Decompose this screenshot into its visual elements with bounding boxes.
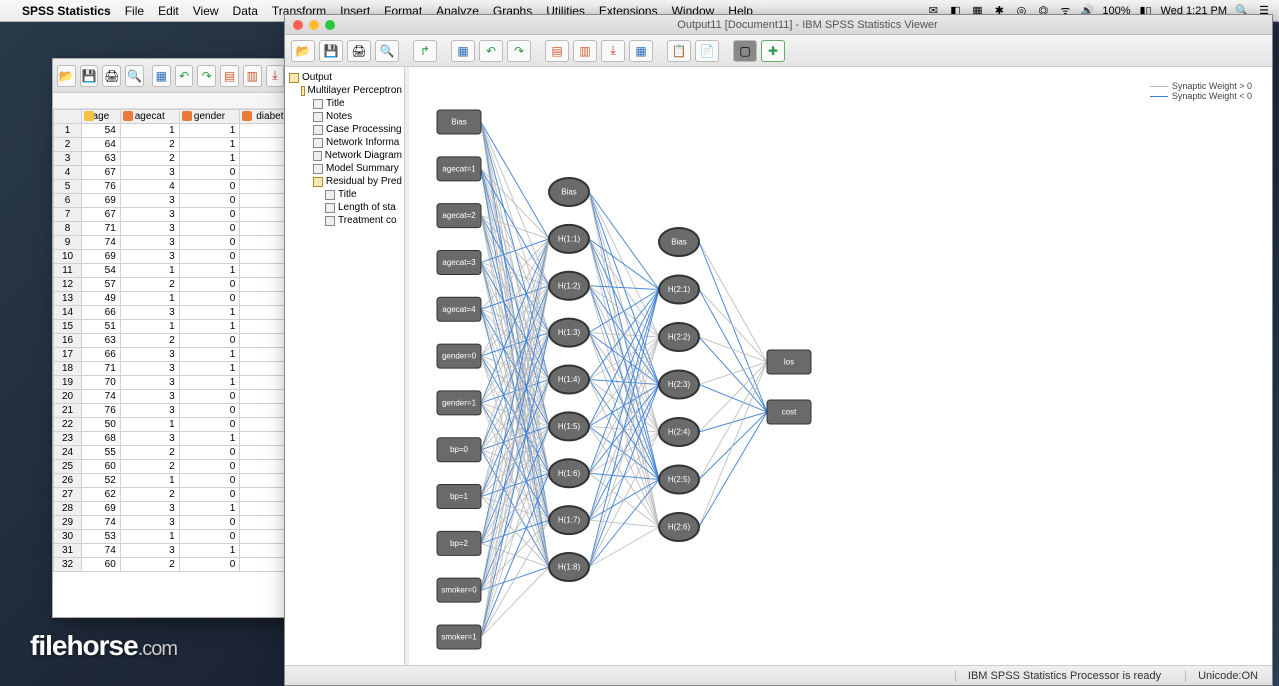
svg-text:gender=0: gender=0 [442,352,477,361]
svg-text:Bias: Bias [671,238,687,247]
dialog-icon[interactable]: ▦ [451,40,475,62]
svg-text:H(2:1): H(2:1) [668,285,691,294]
redo-icon[interactable]: ↷ [197,65,216,87]
network-legend: Synaptic Weight > 0 Synaptic Weight < 0 [1150,81,1252,101]
menu-edit[interactable]: Edit [158,4,179,18]
svg-text:H(1:8): H(1:8) [558,563,581,572]
undo-icon[interactable]: ↶ [479,40,503,62]
svg-text:H(2:3): H(2:3) [668,380,691,389]
tb-icon-7[interactable]: ▢ [733,40,757,62]
redo-icon[interactable]: ↷ [507,40,531,62]
tree-item[interactable]: Model Summary [287,162,402,175]
svg-text:los: los [784,358,794,367]
svg-text:cost: cost [782,408,797,417]
tree-item[interactable]: Notes [287,110,402,123]
tree-item[interactable]: Network Diagram [287,149,402,162]
open-icon[interactable]: 📂 [291,40,315,62]
tree-item[interactable]: Output [287,71,402,84]
svg-text:H(1:6): H(1:6) [558,469,581,478]
tree-item[interactable]: Network Informa [287,136,402,149]
tb-icon-3[interactable]: ⤓ [601,40,625,62]
tb-icon-2[interactable]: ▥ [573,40,597,62]
find-icon[interactable]: ⤓ [266,65,285,87]
svg-text:H(2:2): H(2:2) [668,333,691,342]
tb-icon-8[interactable]: ✚ [761,40,785,62]
svg-text:H(2:6): H(2:6) [668,523,691,532]
tb-icon-6[interactable]: 📄 [695,40,719,62]
tree-item[interactable]: Length of sta [287,201,402,214]
save-icon[interactable]: 💾 [80,65,99,87]
undo-icon[interactable]: ↶ [175,65,194,87]
print-icon[interactable]: 🖨 [347,40,371,62]
output-canvas[interactable]: Synaptic Weight > 0 Synaptic Weight < 0 … [405,67,1272,665]
svg-text:H(2:5): H(2:5) [668,475,691,484]
tb-icon-4[interactable]: ▦ [629,40,653,62]
export-icon[interactable]: ↱ [413,40,437,62]
vars-icon[interactable]: ▥ [243,65,262,87]
svg-text:bp=0: bp=0 [450,445,469,454]
output-titlebar[interactable]: Output11 [Document11] - IBM SPSS Statist… [285,15,1272,35]
close-button[interactable] [293,20,303,30]
output-statusbar: IBM SPSS Statistics Processor is ready U… [285,665,1272,685]
svg-text:gender=1: gender=1 [442,398,477,407]
data-grid[interactable]: ageagecatgenderdiabetes 1541102642103632… [53,109,311,572]
network-diagram: Bias agecat=1 agecat=2 agecat=3 agecat=4 gend… [409,67,1272,665]
output-toolbar: 📂 💾 🖨 🔍 ↱ ▦ ↶ ↷ ▤ ▥ ⤓ ▦ 📋 📄 ▢ ✚ [285,35,1272,67]
tree-item[interactable]: Treatment co [287,214,402,227]
preview-icon[interactable]: 🔍 [375,40,399,62]
status-processor: IBM SPSS Statistics Processor is ready [955,670,1161,682]
menu-file[interactable]: File [125,4,144,18]
open-icon[interactable]: 📂 [57,65,76,87]
goto-icon[interactable]: ▤ [220,65,239,87]
tree-item[interactable]: Residual by Pred [287,175,402,188]
tree-item[interactable]: Title [287,188,402,201]
svg-text:H(1:2): H(1:2) [558,281,581,290]
svg-text:agecat=1: agecat=1 [442,164,476,173]
preview-icon[interactable]: 🔍 [125,65,144,87]
minimize-button[interactable] [309,20,319,30]
data-toolbar: 📂 💾 🖨 🔍 ▦ ↶ ↷ ▤ ▥ ⤓ ▦ [53,59,311,93]
svg-text:agecat=4: agecat=4 [442,305,476,314]
dialog-icon[interactable]: ▦ [152,65,171,87]
tree-item[interactable]: Title [287,97,402,110]
data-subheader [53,93,311,109]
svg-text:bp=1: bp=1 [450,492,469,501]
svg-text:H(1:7): H(1:7) [558,516,581,525]
svg-text:Bias: Bias [561,188,577,197]
svg-text:bp=2: bp=2 [450,539,469,548]
app-name[interactable]: SPSS Statistics [22,4,111,18]
output-outline-tree[interactable]: OutputMultilayer PerceptronTitleNotesCas… [285,67,405,665]
svg-text:Bias: Bias [451,118,467,127]
save-icon[interactable]: 💾 [319,40,343,62]
output-viewer-window[interactable]: Output11 [Document11] - IBM SPSS Statist… [284,14,1273,686]
tb-icon-1[interactable]: ▤ [545,40,569,62]
watermark: filehorse.com [30,630,177,662]
menu-view[interactable]: View [193,4,219,18]
svg-text:H(1:5): H(1:5) [558,422,581,431]
tree-item[interactable]: Case Processing [287,123,402,136]
status-unicode: Unicode:ON [1185,670,1258,682]
maximize-button[interactable] [325,20,335,30]
svg-text:smoker=0: smoker=0 [441,586,477,595]
svg-text:agecat=3: agecat=3 [442,258,476,267]
svg-text:H(1:3): H(1:3) [558,328,581,337]
tb-icon-5[interactable]: 📋 [667,40,691,62]
tree-item[interactable]: Multilayer Perceptron [287,84,402,97]
svg-text:H(1:4): H(1:4) [558,375,581,384]
svg-text:H(2:4): H(2:4) [668,428,691,437]
print-icon[interactable]: 🖨 [102,65,121,87]
output-title: Output11 [Document11] - IBM SPSS Statist… [343,19,1272,31]
menu-data[interactable]: Data [233,4,258,18]
svg-text:H(1:1): H(1:1) [558,234,581,243]
svg-text:smoker=1: smoker=1 [441,633,477,642]
svg-text:agecat=2: agecat=2 [442,211,476,220]
data-editor-window[interactable]: 📂 💾 🖨 🔍 ▦ ↶ ↷ ▤ ▥ ⤓ ▦ ageagecatgenderdia… [52,58,312,618]
